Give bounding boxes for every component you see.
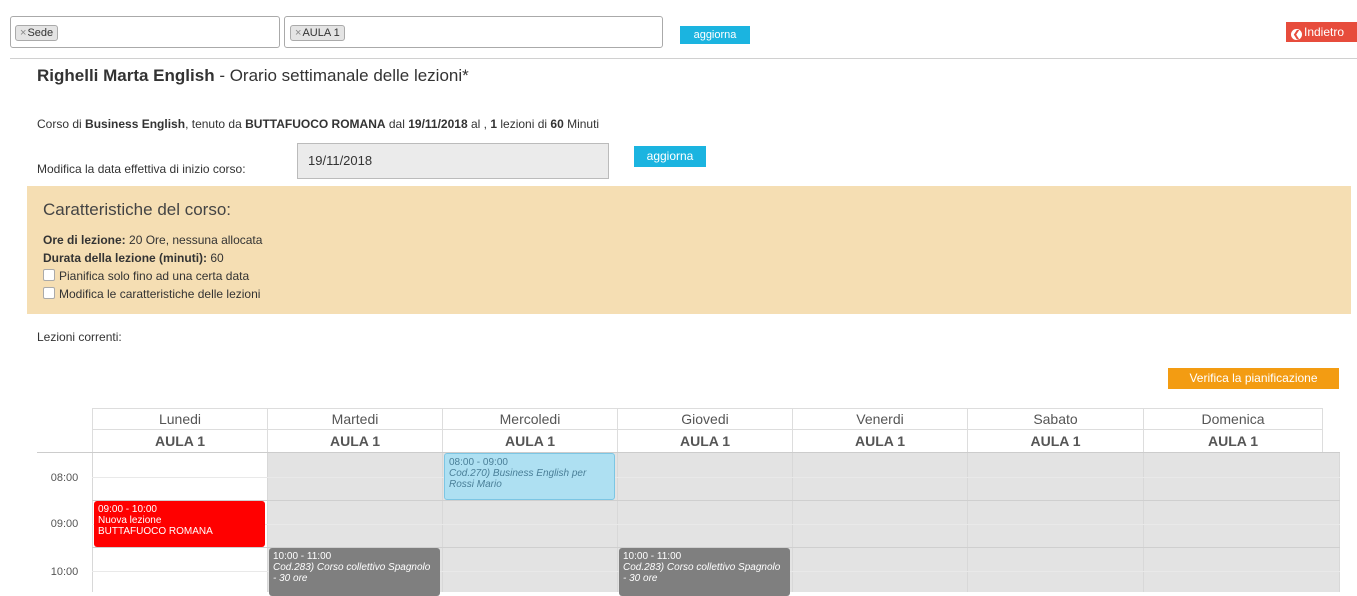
verify-schedule-button[interactable]: Verifica la pianificazione	[1168, 368, 1339, 389]
time-label: 08:00	[50, 472, 79, 484]
day-header-venerdi: Venerdi AULA 1	[793, 409, 968, 453]
divider	[10, 58, 1357, 59]
sede-tag[interactable]: ×Sede	[15, 25, 59, 41]
start-date-input[interactable]: 19/11/2018	[297, 143, 609, 179]
time-label: 09:00	[50, 518, 79, 530]
event-corso-spagnolo-martedi[interactable]: 10:00 - 11:00 Cod.283) Corso collettivo …	[269, 548, 440, 596]
checkbox-icon[interactable]	[43, 287, 55, 299]
filter-update-button[interactable]: aggiorna	[680, 26, 750, 44]
duration-line: Durata della lezione (minuti): 60	[43, 251, 224, 265]
aula-tag[interactable]: ×AULA 1	[290, 25, 345, 41]
day-header-lunedi: Lunedi AULA 1	[92, 409, 268, 453]
course-info: Corso di Business English, tenuto da BUT…	[37, 117, 600, 131]
current-lessons-label: Lezioni correnti:	[37, 330, 122, 344]
start-date-label: Modifica la data effettiva di inizio cor…	[37, 162, 246, 176]
start-date-update-button[interactable]: aggiorna	[634, 146, 706, 167]
day-header-domenica: Domenica AULA 1	[1144, 409, 1323, 453]
remove-tag-icon[interactable]: ×	[295, 27, 301, 39]
event-business-english[interactable]: 08:00 - 09:00 Cod.270) Business English …	[444, 453, 615, 500]
event-corso-spagnolo-giovedi[interactable]: 10:00 - 11:00 Cod.283) Corso collettivo …	[619, 548, 790, 596]
day-header-sabato: Sabato AULA 1	[968, 409, 1144, 453]
page-title: Righelli Marta English - Orario settiman…	[37, 66, 469, 85]
plan-until-checkbox[interactable]: Pianifica solo fino ad una certa data	[43, 269, 249, 283]
day-header-martedi: Martedi AULA 1	[268, 409, 443, 453]
hours-line: Ore di lezione: 20 Ore, nessuna allocata	[43, 233, 263, 247]
aula-filter[interactable]: ×AULA 1	[284, 16, 663, 48]
modify-lessons-checkbox[interactable]: Modifica le caratteristiche delle lezion…	[43, 287, 260, 301]
day-header-mercoledi: Mercoledi AULA 1	[443, 409, 618, 453]
sede-filter[interactable]: ×Sede	[10, 16, 280, 48]
day-header-giovedi: Giovedi AULA 1	[618, 409, 793, 453]
event-new-lesson[interactable]: 09:00 - 10:00 Nuova lezione BUTTAFUOCO R…	[94, 501, 265, 547]
remove-tag-icon[interactable]: ×	[20, 27, 26, 39]
characteristics-panel: Caratteristiche del corso: Ore di lezion…	[27, 186, 1351, 314]
checkbox-icon[interactable]	[43, 269, 55, 281]
characteristics-title: Caratteristiche del corso:	[43, 200, 232, 219]
back-button[interactable]: ❮ Indietro	[1286, 22, 1357, 42]
time-label: 10:00	[50, 566, 79, 578]
arrow-left-circle-icon: ❮	[1291, 29, 1302, 40]
